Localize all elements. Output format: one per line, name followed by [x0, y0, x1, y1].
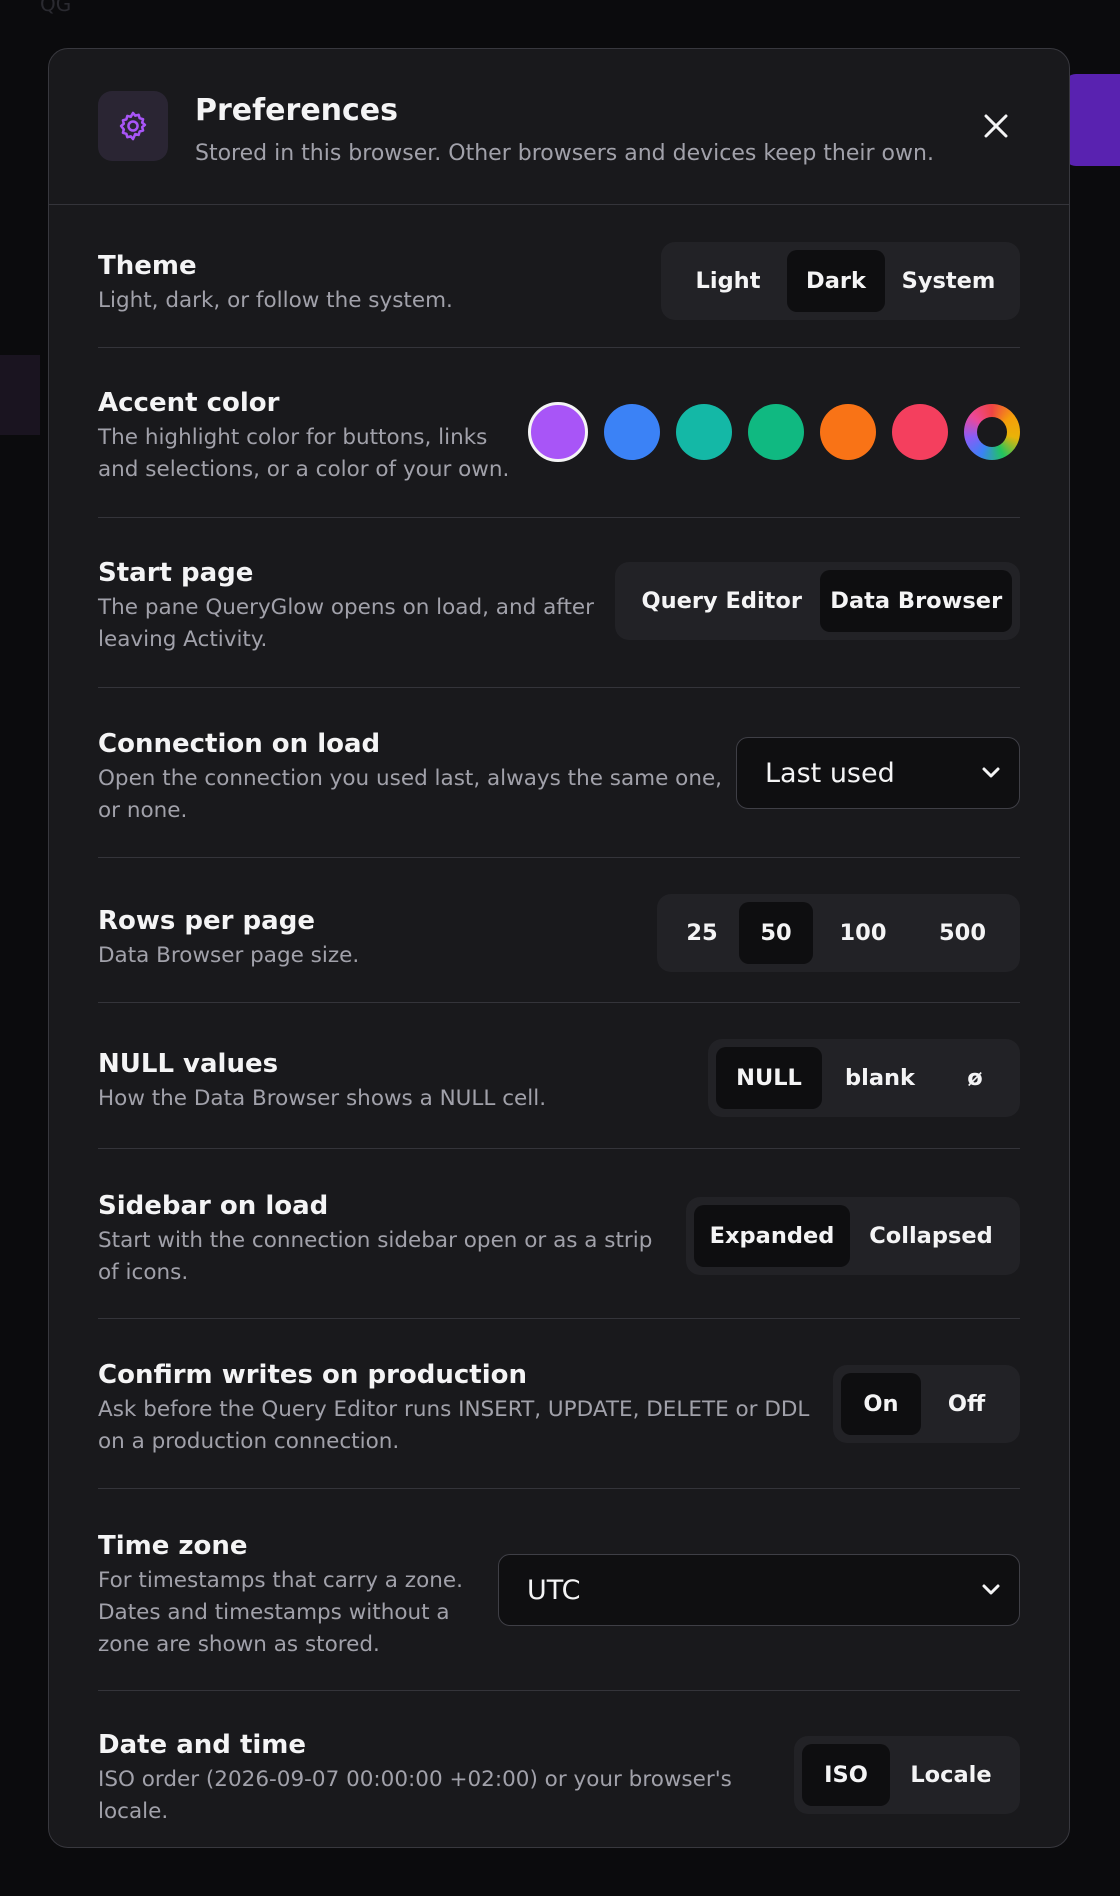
dialog-subtitle: Stored in this browser. Other browsers a…: [195, 141, 934, 166]
start-page-option-data-browser[interactable]: Data Browser: [820, 570, 1012, 632]
date-time-option-iso[interactable]: ISO: [802, 1744, 890, 1806]
accent-color-setting: Accent color The highlight color for but…: [98, 347, 1020, 518]
time-zone-description-line-2: Dates and timestamps without a: [98, 1600, 450, 1625]
accent-color-description-line-2: and selections, or a color of your own.: [98, 457, 510, 482]
null-values-setting: NULL values How the Data Browser shows a…: [98, 1002, 1020, 1149]
chevron-down-icon: [982, 767, 1000, 778]
rows-per-page-toggle: 25 50 100 500: [657, 894, 1020, 972]
accent-custom-color-button[interactable]: [964, 404, 1020, 460]
sidebar-setting: Sidebar on load Start with the connectio…: [98, 1148, 1020, 1319]
connection-setting: Connection on load Open the connection y…: [98, 687, 1020, 858]
theme-option-dark[interactable]: Dark: [787, 250, 885, 312]
sidebar-description-line-1: Start with the connection sidebar open o…: [98, 1228, 653, 1253]
theme-setting: Theme Light, dark, or follow the system.…: [98, 204, 1020, 348]
chevron-down-icon: [982, 1584, 1000, 1595]
dialog-header: Preferences Stored in this browser. Othe…: [49, 49, 1069, 205]
theme-toggle: Light Dark System: [661, 242, 1020, 320]
null-values-description: How the Data Browser shows a NULL cell.: [98, 1086, 547, 1111]
preferences-dialog: Preferences Stored in this browser. Othe…: [48, 48, 1070, 1848]
close-icon: [984, 114, 1008, 138]
accent-swatch-rose[interactable]: [892, 404, 948, 460]
accent-swatches: [512, 402, 1020, 462]
date-time-setting: Date and time ISO order (2026-09-07 00:0…: [98, 1690, 1020, 1847]
connection-description-line-1: Open the connection you used last, alway…: [98, 766, 723, 791]
null-option-null[interactable]: NULL: [716, 1047, 822, 1109]
sidebar-title: Sidebar on load: [98, 1191, 329, 1221]
theme-option-system[interactable]: System: [885, 250, 1012, 312]
connection-select[interactable]: Last used: [736, 737, 1020, 809]
time-zone-description-line-1: For timestamps that carry a zone.: [98, 1568, 463, 1593]
sidebar-option-expanded[interactable]: Expanded: [694, 1205, 850, 1267]
rows-option-100[interactable]: 100: [813, 902, 913, 964]
start-page-setting: Start page The pane QueryGlow opens on l…: [98, 517, 1020, 688]
time-zone-select-value: UTC: [527, 1574, 581, 1606]
close-button[interactable]: [979, 109, 1013, 143]
accent-swatch-blue[interactable]: [604, 404, 660, 460]
theme-title: Theme: [98, 251, 197, 281]
time-zone-title: Time zone: [98, 1531, 248, 1561]
null-values-title: NULL values: [98, 1049, 279, 1079]
sidebar-toggle: Expanded Collapsed: [686, 1197, 1020, 1275]
null-values-toggle: NULL blank ø: [708, 1039, 1020, 1117]
connection-description-line-2: or none.: [98, 798, 188, 823]
accent-swatch-green[interactable]: [748, 404, 804, 460]
confirm-writes-title: Confirm writes on production: [98, 1360, 527, 1390]
confirm-writes-option-on[interactable]: On: [841, 1373, 921, 1435]
accent-color-title: Accent color: [98, 388, 280, 418]
date-time-toggle: ISO Locale: [794, 1736, 1020, 1814]
backdrop-accent-button: [1064, 74, 1120, 166]
null-option-symbol[interactable]: ø: [938, 1047, 1012, 1109]
date-time-description-line-1: ISO order (2026-09-07 00:00:00 +02:00) o…: [98, 1767, 732, 1792]
backdrop-sidebar-highlight: [0, 355, 40, 435]
confirm-writes-option-off[interactable]: Off: [921, 1373, 1012, 1435]
backdrop-app-title: QG: [40, 0, 72, 16]
date-time-title: Date and time: [98, 1730, 307, 1760]
null-option-blank[interactable]: blank: [822, 1047, 938, 1109]
rows-per-page-description: Data Browser page size.: [98, 943, 360, 968]
start-page-title: Start page: [98, 558, 254, 588]
date-time-description-line-2: locale.: [98, 1799, 169, 1824]
theme-option-light[interactable]: Light: [669, 250, 787, 312]
accent-color-description-line-1: The highlight color for buttons, links: [98, 425, 488, 450]
theme-description: Light, dark, or follow the system.: [98, 288, 453, 313]
rows-option-25[interactable]: 25: [665, 902, 739, 964]
connection-select-value: Last used: [765, 757, 895, 789]
time-zone-select[interactable]: UTC: [498, 1554, 1020, 1626]
sidebar-option-collapsed[interactable]: Collapsed: [850, 1205, 1012, 1267]
color-wheel-icon: [977, 417, 1007, 447]
time-zone-setting: Time zone For timestamps that carry a zo…: [98, 1488, 1020, 1691]
confirm-writes-description-line-2: on a production connection.: [98, 1429, 400, 1454]
date-time-option-locale[interactable]: Locale: [890, 1744, 1012, 1806]
confirm-writes-description-line-1: Ask before the Query Editor runs INSERT,…: [98, 1397, 810, 1422]
accent-swatch-purple[interactable]: [528, 402, 588, 462]
start-page-toggle: Query Editor Data Browser: [615, 562, 1020, 640]
time-zone-description-line-3: zone are shown as stored.: [98, 1632, 380, 1657]
connection-title: Connection on load: [98, 729, 381, 759]
accent-swatch-orange[interactable]: [820, 404, 876, 460]
accent-swatch-teal[interactable]: [676, 404, 732, 460]
start-page-option-query-editor[interactable]: Query Editor: [623, 570, 820, 632]
rows-per-page-setting: Rows per page Data Browser page size. 25…: [98, 857, 1020, 1003]
confirm-writes-setting: Confirm writes on production Ask before …: [98, 1318, 1020, 1489]
sidebar-description-line-2: of icons.: [98, 1260, 189, 1285]
dialog-title: Preferences: [195, 93, 399, 128]
gear-icon: [98, 91, 168, 161]
start-page-description-line-1: The pane QueryGlow opens on load, and af…: [98, 595, 594, 620]
rows-option-50[interactable]: 50: [739, 902, 813, 964]
start-page-description-line-2: leaving Activity.: [98, 627, 268, 652]
rows-option-500[interactable]: 500: [913, 902, 1012, 964]
confirm-writes-toggle: On Off: [833, 1365, 1020, 1443]
rows-per-page-title: Rows per page: [98, 906, 315, 936]
